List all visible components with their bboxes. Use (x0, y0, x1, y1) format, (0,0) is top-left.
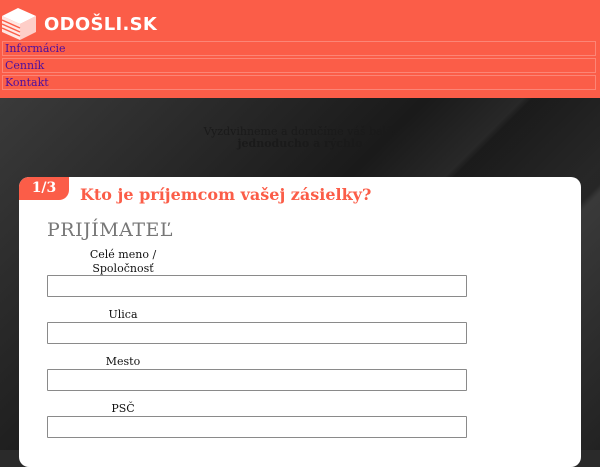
header: ODOŠLI.SK Informácie Cenník Kontakt (0, 0, 600, 98)
tagline: Vyzdvihneme a doručíme váš balík jednodu… (0, 126, 600, 150)
label-postal-code: PSČ (111, 402, 135, 415)
recipient-form-card: 1/3 Kto je príjemcom vašej zásielky? PRI… (19, 177, 581, 467)
nav-kontakt[interactable]: Kontakt (2, 75, 596, 90)
package-logo-icon (1, 8, 36, 40)
label-city: Mesto (105, 355, 141, 368)
logo[interactable]: ODOŠLI.SK (0, 6, 157, 42)
form-question: Kto je príjemcom vašej zásielky? (80, 185, 372, 204)
nav-cennik[interactable]: Cenník (2, 58, 596, 73)
full-name-input[interactable] (47, 275, 467, 297)
step-badge: 1/3 (19, 177, 69, 200)
section-title: PRIJÍMATEĽ (47, 219, 174, 241)
brand-name: ODOŠLI.SK (44, 13, 158, 35)
main-nav: Informácie Cenník Kontakt (2, 41, 596, 92)
postal-code-input[interactable] (47, 416, 467, 438)
label-street: Ulica (108, 308, 138, 321)
street-input[interactable] (47, 322, 467, 344)
label-full-name: Celé meno / Spoločnosť (89, 248, 157, 275)
city-input[interactable] (47, 369, 467, 391)
tagline-line2: jednoducho a rýchlo (237, 137, 363, 150)
nav-informacie[interactable]: Informácie (2, 41, 596, 56)
